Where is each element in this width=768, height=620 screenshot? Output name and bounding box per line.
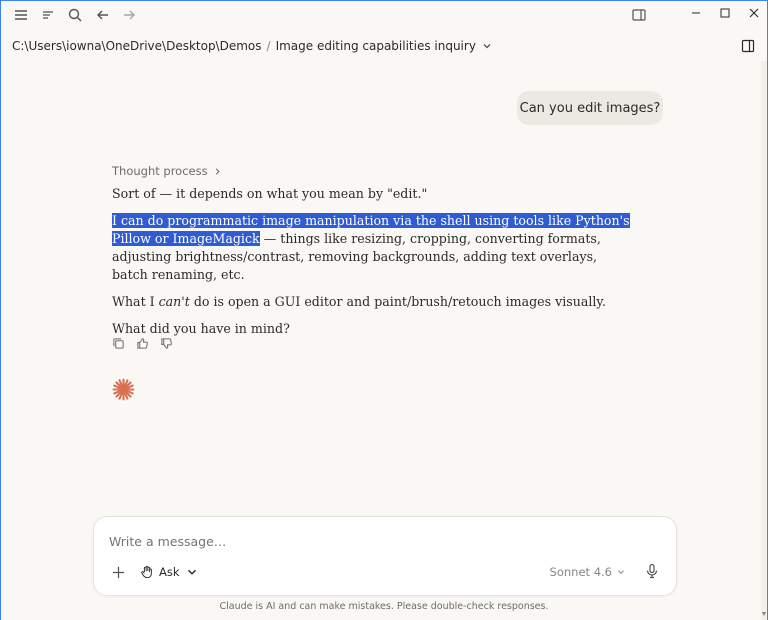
emphasis-text: can't [158,294,190,309]
ask-mode-button[interactable]: Ask [140,562,199,582]
app-window: C:\Users\iowna\OneDrive\Desktop\Demos / … [0,0,768,620]
response-paragraph: What I can't do is open a GUI editor and… [112,293,632,311]
user-message-bubble: Can you edit images? [517,91,663,125]
minimize-icon[interactable] [682,3,710,23]
forward-arrow-icon[interactable] [120,6,138,24]
chevron-right-icon [215,167,220,175]
copy-icon[interactable] [111,336,125,350]
menu-icon[interactable] [12,6,30,24]
add-attachment-button[interactable] [110,564,126,580]
disclaimer-text: Claude is AI and can make mistakes. Plea… [219,601,549,612]
side-panel-toggle-icon[interactable] [741,39,755,53]
response-text: What I [112,294,159,309]
ask-mode-label: Ask [159,565,180,579]
plus-icon [112,566,124,578]
message-input[interactable] [109,531,649,551]
scrollbar[interactable] [761,61,767,620]
panel-layout-icon[interactable] [630,6,648,24]
response-paragraph: I can do programmatic image manipulation… [112,212,632,284]
response-text: Sort of — it depends on what you mean by… [112,186,428,201]
microphone-button[interactable] [644,563,660,579]
chevron-down-icon[interactable] [481,40,493,52]
chat-title[interactable]: Image editing capabilities inquiry [276,39,476,53]
claude-spark-icon [112,378,135,401]
assistant-message: Sort of — it depends on what you mean by… [112,185,632,347]
user-message-text: Can you edit images? [519,100,661,116]
breadcrumb-separator: / [266,39,271,53]
chevron-down-icon [618,570,624,574]
title-bar [1,1,767,29]
thumbs-up-icon[interactable] [135,336,149,350]
response-text: do is open a GUI editor and paint/brush/… [189,294,606,309]
response-text: What did you have in mind? [112,321,290,336]
back-arrow-icon[interactable] [94,6,112,24]
thumbs-down-icon[interactable] [159,336,173,350]
message-composer: Ask Sonnet 4.6 [93,516,677,596]
breadcrumb-path[interactable]: C:\Users\iowna\OneDrive\Desktop\Demos [12,39,262,53]
microphone-icon [646,563,658,579]
response-paragraph: Sort of — it depends on what you mean by… [112,185,632,203]
thought-process-label: Thought process [112,164,208,178]
search-icon[interactable] [66,6,84,24]
maximize-icon[interactable] [711,3,739,23]
model-label: Sonnet 4.6 [549,565,612,579]
sidebar-list-icon[interactable] [39,6,57,24]
close-icon[interactable] [740,3,768,23]
response-paragraph: What did you have in mind? [112,320,632,338]
thought-process-toggle[interactable]: Thought process [112,164,222,178]
breadcrumb: C:\Users\iowna\OneDrive\Desktop\Demos / … [12,38,493,54]
chevron-down-icon [187,569,196,575]
hand-icon [141,565,152,579]
message-actions [111,336,173,350]
model-selector-button[interactable]: Sonnet 4.6 [550,562,626,582]
